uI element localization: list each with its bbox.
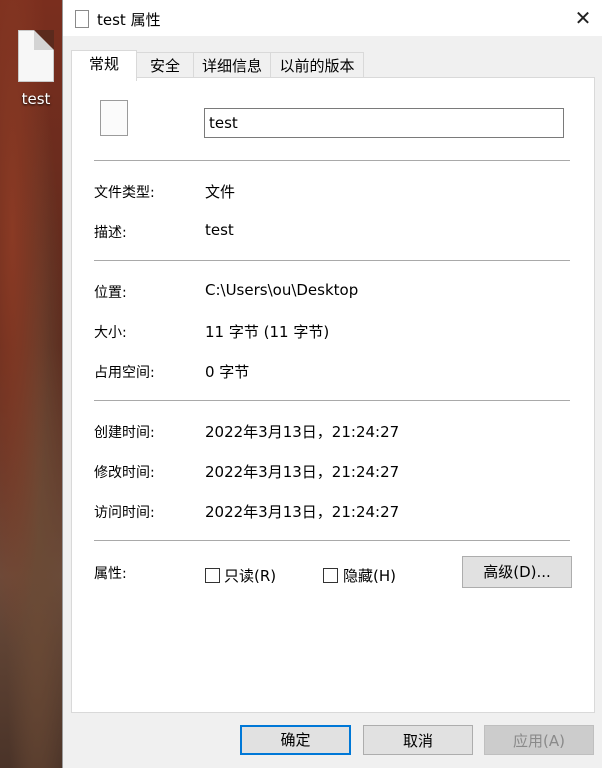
file-name-input[interactable] bbox=[204, 108, 564, 138]
accessed-value: 2022年3月13日，21:24:27 bbox=[205, 503, 400, 521]
created-value: 2022年3月13日，21:24:27 bbox=[205, 423, 400, 441]
type-value: 文件 bbox=[205, 183, 236, 201]
created-label: 创建时间: bbox=[94, 425, 155, 441]
location-label: 位置: bbox=[94, 285, 127, 301]
ok-button[interactable]: 确定 bbox=[240, 725, 351, 755]
title-bar[interactable]: test 属性 ✕ bbox=[63, 0, 602, 36]
file-icon bbox=[75, 10, 89, 28]
type-label: 文件类型: bbox=[94, 185, 155, 201]
tab-general[interactable]: 常规 bbox=[71, 50, 137, 81]
tab-previous-versions[interactable]: 以前的版本 bbox=[270, 52, 364, 79]
file-icon bbox=[100, 100, 128, 136]
modified-label: 修改时间: bbox=[94, 465, 155, 481]
description-label: 描述: bbox=[94, 225, 127, 241]
file-icon bbox=[18, 30, 54, 82]
readonly-label[interactable]: 只读(R) bbox=[224, 565, 276, 586]
advanced-button[interactable]: 高级(D)... bbox=[462, 556, 572, 588]
divider bbox=[94, 260, 570, 261]
tab-details[interactable]: 详细信息 bbox=[193, 52, 271, 79]
tab-security[interactable]: 安全 bbox=[136, 52, 194, 79]
disk-size-label: 占用空间: bbox=[94, 365, 155, 381]
modified-value: 2022年3月13日，21:24:27 bbox=[205, 463, 400, 481]
size-value: 11 字节 (11 字节) bbox=[205, 323, 330, 341]
apply-button[interactable]: 应用(A) bbox=[484, 725, 594, 755]
close-button[interactable]: ✕ bbox=[563, 0, 602, 36]
readonly-checkbox[interactable] bbox=[205, 568, 220, 583]
cancel-button[interactable]: 取消 bbox=[363, 725, 473, 755]
desktop-file-label: test bbox=[21, 90, 51, 108]
desktop-background: test bbox=[0, 0, 62, 768]
general-panel: 文件类型: 文件 描述: test 位置: C:\Users\ou\Deskto… bbox=[71, 77, 595, 713]
hidden-label[interactable]: 隐藏(H) bbox=[343, 565, 396, 586]
divider bbox=[94, 540, 570, 541]
properties-dialog: test 属性 ✕ 常规 安全 详细信息 以前的版本 文件类型: 文件 描述: … bbox=[62, 0, 602, 768]
accessed-label: 访问时间: bbox=[94, 505, 155, 521]
divider bbox=[94, 400, 570, 401]
attributes-label: 属性: bbox=[94, 566, 127, 582]
divider bbox=[94, 160, 570, 161]
disk-size-value: 0 字节 bbox=[205, 363, 250, 381]
location-value: C:\Users\ou\Desktop bbox=[205, 281, 359, 299]
desktop-file-item[interactable]: test bbox=[10, 30, 62, 108]
hidden-checkbox[interactable] bbox=[323, 568, 338, 583]
window-title: test 属性 bbox=[97, 11, 161, 29]
description-value: test bbox=[205, 221, 234, 239]
size-label: 大小: bbox=[94, 325, 127, 341]
